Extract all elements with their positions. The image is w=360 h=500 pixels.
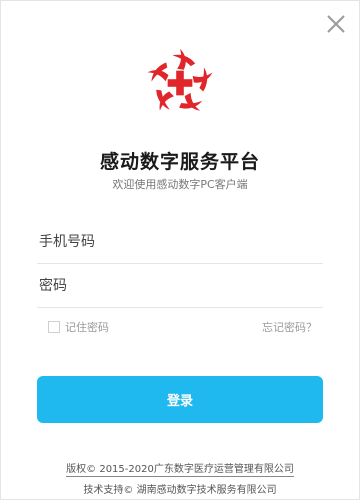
remember-password-checkbox[interactable] (48, 321, 60, 333)
app-title: 感动数字服务平台 (99, 151, 260, 173)
login-button[interactable]: 登录 (37, 376, 323, 423)
close-icon (327, 15, 345, 33)
login-window: 感动数字服务平台 欢迎使用感动数字PC客户端 记住密码 忘记密码？ 登录 版权©… (0, 0, 360, 500)
app-subtitle: 欢迎使用感动数字PC客户端 (112, 178, 248, 191)
phone-field-wrapper (37, 223, 327, 264)
remember-password-label: 记住密码 (65, 321, 109, 334)
copyright-label: 版权© 2015-2020广东数字医疗运营管理有限公司 (66, 464, 294, 477)
tech-support-text: 技术支持© 湖南感动数字技术服务有限公司 (83, 485, 277, 496)
close-button[interactable] (325, 13, 347, 35)
forgot-password-link[interactable]: 忘记密码？ (262, 319, 317, 335)
red-cross-swirl-logo-icon (147, 48, 213, 111)
password-field-wrapper (37, 267, 327, 308)
remember-password-toggle[interactable]: 记住密码 (48, 319, 109, 335)
password-input[interactable] (37, 267, 327, 305)
phone-input[interactable] (37, 223, 327, 261)
copyright-text: 版权© 2015-2020广东数字医疗运营管理有限公司 (1, 460, 359, 477)
